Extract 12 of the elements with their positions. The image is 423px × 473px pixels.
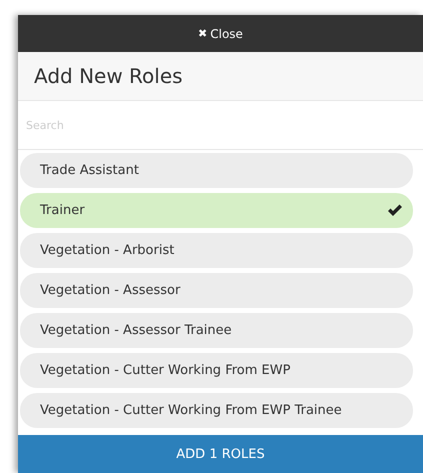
add-roles-button[interactable]: ADD 1 ROLES (18, 435, 423, 473)
close-icon[interactable]: ✖ (198, 27, 208, 40)
close-button[interactable]: ✖ Close (18, 15, 423, 52)
role-item[interactable]: Trade Assistant (20, 153, 413, 188)
role-item[interactable]: Vegetation - Assessor (20, 273, 413, 308)
role-item[interactable]: Vegetation - Cutter Working From EWP (20, 353, 413, 388)
role-item[interactable]: Trainer (20, 193, 413, 228)
checkmark-icon (387, 204, 403, 217)
dialog-title: Add New Roles (34, 64, 183, 88)
role-item[interactable]: Vegetation - Assessor Trainee (20, 313, 413, 348)
role-item[interactable]: Vegetation - Cutter Working From EWP Trainee (20, 393, 413, 428)
role-item[interactable]: Vegetation - Arborist (20, 233, 413, 268)
